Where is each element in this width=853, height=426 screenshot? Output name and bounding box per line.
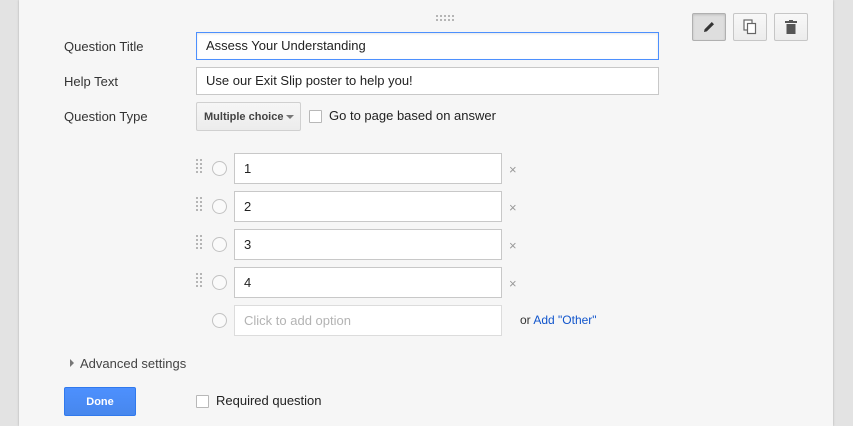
required-question-checkbox[interactable] (196, 395, 209, 408)
add-other-text: or Add "Other" (520, 313, 597, 327)
question-editor-card: Question Title Assess Your Understanding… (19, 0, 833, 426)
option-radio-icon (212, 161, 227, 176)
question-title-label: Question Title (64, 39, 144, 54)
option-input[interactable]: 2 (234, 191, 502, 222)
trash-icon (785, 20, 797, 34)
option-radio-icon (212, 199, 227, 214)
question-type-label: Question Type (64, 109, 148, 124)
option-input[interactable]: 4 (234, 267, 502, 298)
option-drag-handle-icon[interactable] (196, 197, 204, 214)
remove-option-icon[interactable]: × (509, 239, 517, 252)
done-button[interactable]: Done (64, 387, 136, 416)
add-other-prefix: or (520, 313, 531, 327)
option-drag-handle-icon[interactable] (196, 273, 204, 290)
option-input[interactable]: 1 (234, 153, 502, 184)
duplicate-button[interactable] (733, 13, 767, 41)
option-drag-handle-icon[interactable] (196, 235, 204, 252)
go-to-page-checkbox[interactable] (309, 110, 322, 123)
remove-option-icon[interactable]: × (509, 201, 517, 214)
edit-button[interactable] (692, 13, 726, 41)
expand-triangle-icon (70, 359, 74, 367)
advanced-settings-label: Advanced settings (80, 356, 187, 371)
remove-option-icon[interactable]: × (509, 277, 517, 290)
duplicate-icon (743, 19, 757, 35)
required-question-label: Required question (216, 393, 322, 408)
add-option-input[interactable]: Click to add option (234, 305, 502, 336)
advanced-settings-toggle[interactable]: Advanced settings (70, 356, 186, 371)
question-type-value: Multiple choice (204, 110, 284, 123)
question-title-input[interactable]: Assess Your Understanding (196, 32, 659, 60)
delete-button[interactable] (774, 13, 808, 41)
add-other-link[interactable]: Add "Other" (533, 313, 596, 327)
help-text-input[interactable]: Use our Exit Slip poster to help you! (196, 67, 659, 95)
pencil-icon (704, 22, 714, 32)
go-to-page-label: Go to page based on answer (329, 108, 496, 123)
option-input[interactable]: 3 (234, 229, 502, 260)
question-type-select[interactable]: Multiple choice (196, 102, 301, 131)
option-radio-icon (212, 313, 227, 328)
remove-option-icon[interactable]: × (509, 163, 517, 176)
help-text-label: Help Text (64, 74, 118, 89)
chevron-down-icon (286, 115, 294, 119)
option-drag-handle-icon[interactable] (196, 159, 204, 176)
option-radio-icon (212, 275, 227, 290)
option-radio-icon (212, 237, 227, 252)
drag-handle-icon[interactable] (436, 15, 454, 23)
